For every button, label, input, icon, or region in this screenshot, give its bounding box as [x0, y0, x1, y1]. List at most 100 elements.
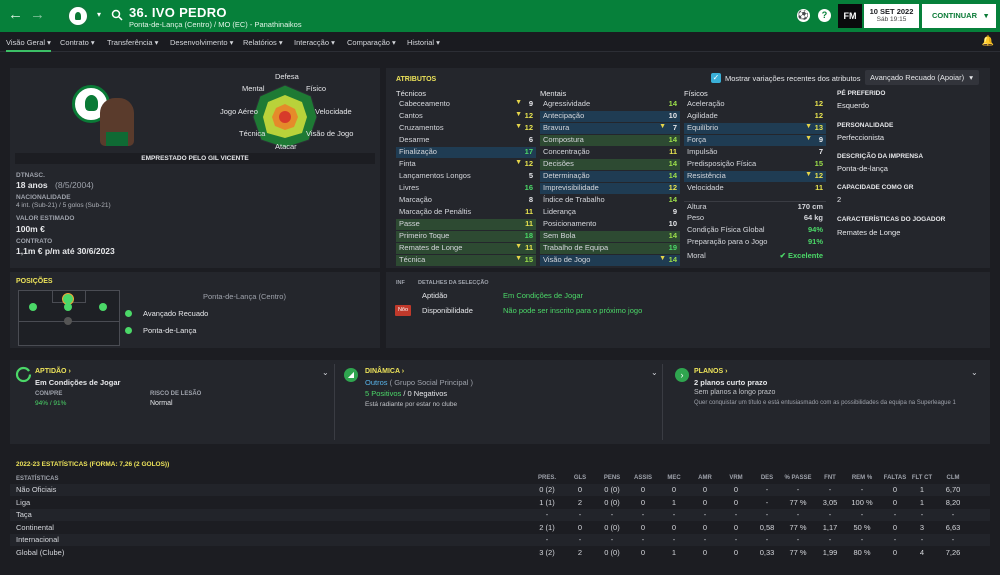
tab-interaccao[interactable]: Interacção ▾: [294, 38, 335, 47]
stats-column-header[interactable]: FLT CT: [905, 475, 939, 481]
dinamica-title[interactable]: DINÂMICA ›: [365, 368, 404, 375]
tab-comparacao[interactable]: Comparação ▾: [347, 38, 396, 47]
show-changes-checkbox[interactable]: ✓: [711, 73, 721, 83]
stats-column-header[interactable]: GLS: [563, 475, 597, 481]
technical-attribute-row[interactable]: Finta ▼ 12: [396, 159, 536, 170]
stats-row[interactable]: Taça - - - - - - - - - - - - - -: [10, 509, 990, 521]
physical-attribute-row[interactable]: Agilidade 12: [684, 111, 826, 122]
nationality-value[interactable]: 4 int. (Sub-21) / 5 golos (Sub-21): [16, 202, 111, 209]
social-group-link[interactable]: Outros: [365, 378, 388, 387]
stats-column-header[interactable]: REM %: [845, 475, 879, 481]
stats-row[interactable]: Continental 2 (1) 0 0 (0) 0 0 0 0 0,58 77 % 1,17 50…: [10, 522, 990, 534]
position-dot-mc[interactable]: [64, 317, 72, 325]
technical-attribute-row[interactable]: Lançamentos Longos 5: [396, 171, 536, 182]
position-dot-amr[interactable]: [99, 303, 107, 311]
club-badge-icon[interactable]: [67, 5, 89, 27]
stats-column-header[interactable]: PENS: [595, 475, 629, 481]
position-dot-aml[interactable]: [29, 303, 37, 311]
forward-arrow-icon[interactable]: →: [30, 7, 45, 22]
stats-cell: 6,63: [945, 522, 961, 532]
stats-column-header[interactable]: AMR: [688, 475, 722, 481]
stats-column-header[interactable]: % PASSE: [781, 475, 815, 481]
stats-column-header[interactable]: FNT: [813, 475, 847, 481]
mental-attribute-row[interactable]: Liderança 9: [540, 207, 680, 218]
technical-attribute-row[interactable]: Técnica ▼ 15: [396, 255, 536, 266]
dropdown-chevron-icon[interactable]: ▾: [97, 10, 101, 19]
technical-attribute-row[interactable]: Cruzamentos ▼ 12: [396, 123, 536, 134]
expand-chevron-icon[interactable]: ⌄: [651, 368, 658, 377]
fm-menu-button[interactable]: FM: [838, 4, 862, 28]
date-box[interactable]: 10 SET 2022 Sáb 19:15: [864, 4, 919, 28]
mental-attribute-row[interactable]: Bravura ▼ 7: [540, 123, 680, 134]
stats-row[interactable]: Não Oficiais 0 (2) 0 0 (0) 0 0 0 0- - - -0 1 6,70: [10, 484, 990, 496]
technical-attribute-row[interactable]: Finalização 17: [396, 147, 536, 158]
role-select[interactable]: Avançado Recuado (Apoiar) ▾: [865, 70, 979, 85]
tab-transferencia[interactable]: Transferência ▾: [107, 38, 158, 47]
technical-attribute-row[interactable]: Livres 16: [396, 183, 536, 194]
mental-attribute-row[interactable]: Antecipação 10: [540, 111, 680, 122]
position-dot-amc[interactable]: [64, 303, 72, 311]
position-list-item[interactable]: Ponta-de-Lança: [143, 326, 196, 335]
tab-contrato[interactable]: Contrato ▾: [60, 38, 95, 47]
stats-column-header[interactable]: PRES.: [530, 475, 564, 481]
technical-attribute-row[interactable]: Cabeceamento ▼ 9: [396, 99, 536, 110]
mental-attribute-row[interactable]: Compostura 14: [540, 135, 680, 146]
stats-column-header[interactable]: CLM: [936, 475, 970, 481]
radar-label-tecnica: Técnica: [239, 129, 266, 138]
stats-column-header[interactable]: ASSIS: [626, 475, 660, 481]
stats-row[interactable]: Global (Clube) 3 (2) 2 0 (0) 0 1 0 0 0,33 77 % 1,9…: [10, 547, 990, 559]
mental-attribute-row[interactable]: Imprevisibilidade 12: [540, 183, 680, 194]
stats-cell: -: [610, 510, 614, 519]
mental-attribute-row[interactable]: Sem Bola 14: [540, 231, 680, 242]
technical-attribute-row[interactable]: Desarme 6: [396, 135, 536, 146]
technical-attribute-row[interactable]: Remates de Longe ▼ 11: [396, 243, 536, 254]
back-arrow-icon[interactable]: ←: [8, 7, 23, 22]
attribute-value: 12: [814, 111, 823, 120]
mental-attribute-row[interactable]: Trabalho de Equipa 19: [540, 243, 680, 254]
mental-attribute-row[interactable]: Determinação 14: [540, 171, 680, 182]
mental-attribute-row[interactable]: Agressividade 14: [540, 99, 680, 110]
stats-cell: 1 (1): [539, 497, 555, 507]
stats-column-header[interactable]: VRM: [719, 475, 753, 481]
tab-historial[interactable]: Historial ▾: [407, 38, 440, 47]
stats-cell: -: [765, 535, 769, 544]
continue-button[interactable]: CONTINUAR: [922, 4, 996, 28]
physical-attribute-row[interactable]: Aceleração 12: [684, 99, 826, 110]
tab-relatorios[interactable]: Relatórios ▾: [243, 38, 283, 47]
technical-attribute-row[interactable]: Cantos ▼ 12: [396, 111, 536, 122]
notification-bell-icon[interactable]: 🔔: [982, 36, 994, 47]
contract-value[interactable]: 1,1m € p/m até 30/6/2023: [16, 246, 115, 256]
technical-attribute-row[interactable]: Marcação 8: [396, 195, 536, 206]
expand-chevron-icon[interactable]: ⌄: [322, 368, 329, 377]
physical-attribute-row[interactable]: Resistência ▼ 12: [684, 171, 826, 182]
stats-row[interactable]: Liga 1 (1) 2 0 (0) 0 1 0 0-77 % 3,05 100 % 0 1 8,20: [10, 497, 990, 509]
tab-visao-geral[interactable]: Visão Geral ▾: [6, 38, 51, 52]
mental-attribute-row[interactable]: Decisões 14: [540, 159, 680, 170]
technical-attribute-row[interactable]: Marcação de Penáltis 11: [396, 207, 536, 218]
search-icon[interactable]: [111, 9, 123, 21]
mental-attribute-row[interactable]: Posicionamento 10: [540, 219, 680, 230]
help-icon[interactable]: ?: [818, 9, 831, 22]
technical-attribute-row[interactable]: Passe 11: [396, 219, 536, 230]
mental-attribute-row[interactable]: Visão de Jogo ▼ 14: [540, 255, 680, 266]
physical-attribute-row[interactable]: Predisposição Física 15: [684, 159, 826, 170]
physical-attribute-row[interactable]: Força ▼ 9: [684, 135, 826, 146]
planos-title[interactable]: PLANOS ›: [694, 368, 727, 375]
mental-attribute-row[interactable]: Concentração 11: [540, 147, 680, 158]
attribute-value: 10: [668, 111, 677, 120]
technical-attribute-row[interactable]: Primeiro Toque 18: [396, 231, 536, 242]
decline-arrow-icon: ▼: [515, 123, 522, 130]
position-list-item[interactable]: Avançado Recuado: [143, 309, 208, 318]
expand-chevron-icon[interactable]: ⌄: [971, 368, 978, 377]
aptidao-title[interactable]: APTIDÃO ›: [35, 368, 71, 375]
physical-attribute-row[interactable]: Velocidade 11: [684, 183, 826, 194]
tab-desenvolvimento[interactable]: Desenvolvimento ▾: [170, 38, 233, 47]
physical-attribute-row[interactable]: Equilíbrio ▼ 13: [684, 123, 826, 134]
stats-column-header[interactable]: DES: [750, 475, 784, 481]
stats-row[interactable]: Internacional - - - - - - - - - - - - - -: [10, 534, 990, 546]
mental-attribute-row[interactable]: Índice de Trabalho 14: [540, 195, 680, 206]
stats-column-header[interactable]: MEC: [657, 475, 691, 481]
physical-info-label: Preparação para o Jogo: [687, 237, 768, 246]
physical-attribute-row[interactable]: Impulsão 7: [684, 147, 826, 158]
world-icon[interactable]: ⚽: [797, 9, 810, 22]
